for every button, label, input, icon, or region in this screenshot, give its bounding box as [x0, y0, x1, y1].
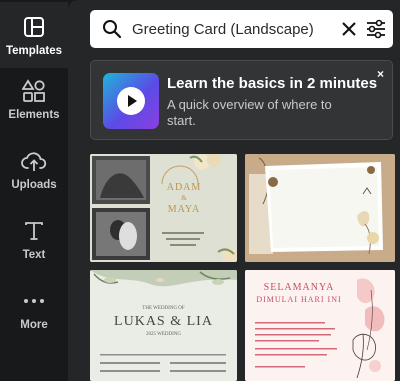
templates-panel: Learn the basics in 2 minutes A quick ov… [68, 0, 400, 381]
elements-icon [21, 78, 47, 104]
text-icon [21, 218, 47, 244]
template-card-scrapbook-paper[interactable] [245, 154, 395, 262]
template-names: LUKAS & LIA [114, 314, 213, 329]
template-title-1: SELAMANYA [263, 282, 335, 293]
templates-icon [21, 14, 47, 40]
template-card-selamanya[interactable]: SELAMANYA DIMULAI HARI INI [245, 270, 395, 381]
sidebar-item-text[interactable]: Text [0, 206, 68, 272]
sidebar-item-elements[interactable]: Elements [0, 66, 68, 132]
template-card-wedding-adam-maya[interactable]: ADAM & MAYA [90, 154, 237, 262]
sidebar-item-templates[interactable]: Templates [0, 2, 68, 68]
close-icon[interactable]: × [377, 67, 384, 81]
promo-description: A quick overview of where to start. [167, 97, 332, 128]
video-thumbnail[interactable] [103, 73, 159, 129]
template-title-2: DIMULAI HARI INI [256, 295, 342, 304]
search-icon [102, 19, 122, 39]
search-bar [90, 10, 393, 48]
template-card-wedding-lukas-lia[interactable]: THE WEDDING OF LUKAS & LIA 2025 WEDDING [90, 270, 237, 381]
sidebar-item-label: Templates [5, 44, 63, 57]
side-navigation: Templates Elements Uploads Text More [0, 0, 68, 381]
sidebar-item-label: More [20, 318, 48, 331]
sidebar-item-uploads[interactable]: Uploads [0, 136, 68, 202]
sidebar-item-more[interactable]: More [0, 276, 68, 342]
panel-scrollbar[interactable] [396, 156, 400, 381]
sidebar-item-label: Elements [8, 108, 60, 121]
clear-search-icon[interactable] [340, 20, 358, 38]
sidebar-item-label: Uploads [11, 178, 57, 191]
more-dots-icon [21, 288, 47, 314]
template-name-2: MAYA [167, 204, 201, 215]
template-subtitle: THE WEDDING OF [142, 306, 185, 311]
promo-title: Learn the basics in 2 minutes [167, 75, 378, 92]
search-input[interactable] [132, 10, 328, 48]
template-grid: ADAM & MAYA THE WEDDING OF LUKAS & LIA 2… [90, 154, 400, 381]
template-name-1: ADAM [166, 182, 202, 193]
sidebar-item-label: Text [22, 248, 46, 261]
upload-cloud-icon [21, 148, 47, 174]
filter-icon[interactable] [366, 19, 386, 39]
template-artwork [245, 154, 395, 262]
template-ampersand: & [181, 194, 187, 202]
template-date: 2025 WEDDING [145, 332, 182, 337]
learn-basics-card[interactable]: Learn the basics in 2 minutes A quick ov… [90, 60, 393, 140]
play-icon[interactable] [117, 87, 145, 115]
